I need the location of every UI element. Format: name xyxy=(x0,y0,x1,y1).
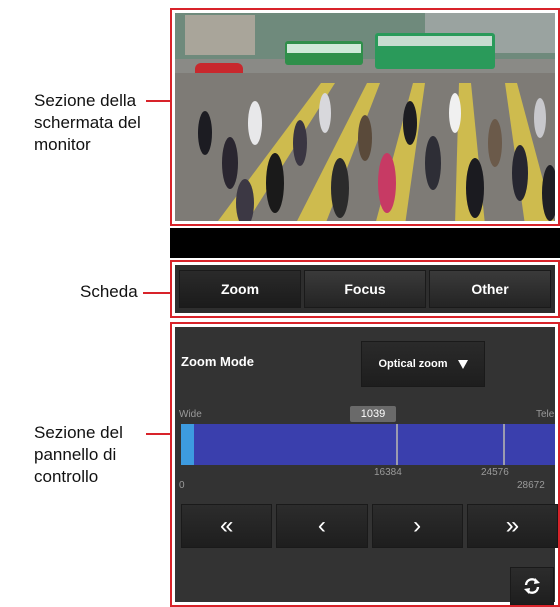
step-wide-button[interactable]: ‹ xyxy=(276,504,368,548)
tab-focus[interactable]: Focus xyxy=(304,270,426,308)
tab-other[interactable]: Other xyxy=(429,270,551,308)
zoom-mode-label: Zoom Mode xyxy=(181,354,254,369)
zoom-tick-digital xyxy=(503,424,505,465)
zoom-step-buttons: « ‹ › » xyxy=(181,504,558,548)
tabs-callout: Scheda xyxy=(80,281,138,303)
tab-zoom-label: Zoom xyxy=(220,281,260,297)
monitor-callout: Sezione della schermata del monitor xyxy=(34,90,146,156)
tick-label-end: 28672 xyxy=(517,480,545,491)
control-panel-section: Zoom Mode Optical zoom Wide Tele 1039 0 … xyxy=(170,322,560,607)
tab-section: Zoom Focus Other xyxy=(170,260,560,318)
step-tele-button[interactable]: › xyxy=(371,504,463,548)
tab-focus-label: Focus xyxy=(344,281,386,297)
refresh-icon xyxy=(524,578,540,594)
zoom-slider[interactable] xyxy=(181,424,555,465)
zoom-mode-select[interactable]: Optical zoom xyxy=(361,341,485,387)
double-chevron-left-icon: « xyxy=(219,512,234,539)
live-camera-image[interactable] xyxy=(175,13,555,221)
fast-wide-button[interactable]: « xyxy=(181,504,273,548)
tick-label-mid: 16384 xyxy=(374,467,402,478)
tabs-callout-text: Scheda xyxy=(80,282,138,301)
tele-label: Tele xyxy=(536,409,555,420)
tick-label-digital: 24576 xyxy=(481,467,509,478)
tab-other-label: Other xyxy=(471,281,509,297)
monitor-callout-text: Sezione della schermata del monitor xyxy=(34,91,141,154)
panel-callout-text: Sezione del pannello di controllo xyxy=(34,423,123,486)
refresh-button[interactable] xyxy=(510,567,554,605)
current-zoom-value: 1039 xyxy=(350,406,396,422)
monitor-callout-line xyxy=(146,100,170,102)
tab-zoom[interactable]: Zoom xyxy=(179,270,301,308)
chevron-right-icon: › xyxy=(413,512,422,539)
live-camera-scene xyxy=(175,13,555,221)
fast-tele-button[interactable]: » xyxy=(466,504,558,548)
panel-callout-line xyxy=(146,433,170,435)
monitor-section xyxy=(170,8,560,226)
monitor-bottom-bar xyxy=(170,228,560,258)
tick-label-start: 0 xyxy=(179,480,185,491)
tabs-callout-line xyxy=(143,292,170,294)
panel-callout: Sezione del pannello di controllo xyxy=(34,422,146,488)
zoom-slider-fill xyxy=(181,424,195,465)
chevron-left-icon: ‹ xyxy=(317,512,326,539)
control-panel: Zoom Mode Optical zoom Wide Tele 1039 0 … xyxy=(175,327,558,605)
wide-label: Wide xyxy=(179,409,202,420)
zoom-mode-value: Optical zoom xyxy=(378,358,448,370)
dropdown-arrow-icon xyxy=(457,359,468,369)
zoom-tick-optical-max xyxy=(396,424,398,465)
tab-bar: Zoom Focus Other xyxy=(175,265,555,313)
double-chevron-right-icon: » xyxy=(505,512,520,539)
